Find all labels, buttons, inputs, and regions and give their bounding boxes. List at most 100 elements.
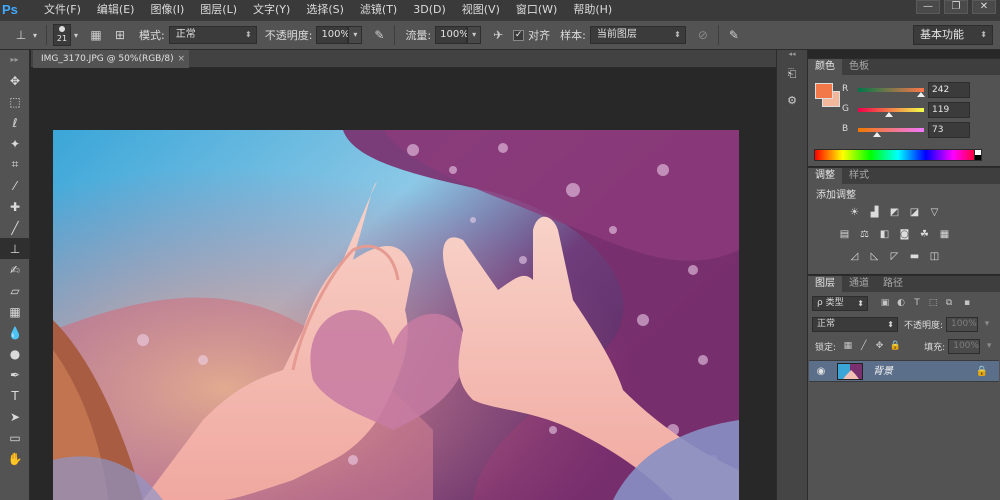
gradient-map-icon[interactable]: ▬ — [908, 250, 921, 263]
blue-value-input[interactable]: 73 — [928, 122, 970, 138]
tab-styles[interactable]: 样式 — [842, 168, 876, 184]
red-slider-track[interactable] — [858, 88, 924, 92]
brush-size-picker[interactable]: 21 — [53, 24, 71, 46]
crop-tool[interactable]: ⌗ — [0, 154, 30, 175]
red-slider-knob[interactable] — [916, 92, 925, 97]
filter-pixel-icon[interactable]: ▣ — [878, 296, 892, 310]
restore-button[interactable]: ❐ — [944, 0, 968, 14]
brush-tool[interactable]: ╱ — [0, 217, 30, 238]
ignore-adjustment-layers-icon[interactable]: ⊘ — [694, 26, 712, 44]
lasso-tool[interactable]: ℓ — [0, 112, 30, 133]
close-button[interactable]: ✕ — [972, 0, 996, 14]
curves-icon[interactable]: ◩ — [888, 206, 901, 219]
shape-tool[interactable]: ▭ — [0, 427, 30, 448]
menu-3d[interactable]: 3D(D) — [405, 0, 454, 20]
hue-saturation-icon[interactable]: ▤ — [838, 228, 851, 241]
dock-grip-icon[interactable]: ◂◂ — [777, 50, 807, 58]
history-panel-icon[interactable]: ⎗ — [781, 64, 803, 84]
foreground-color-swatch[interactable] — [815, 83, 833, 99]
layer-filter-select[interactable]: ρ 类型 ⬍ — [812, 295, 868, 311]
lock-all-icon[interactable]: 🔒 — [888, 339, 902, 353]
vibrance-icon[interactable]: ▽ — [928, 206, 941, 219]
filter-adjustment-icon[interactable]: ◐ — [894, 296, 908, 310]
mode-select[interactable]: 正常 ⬍ — [168, 26, 257, 44]
clone-stamp-tool[interactable]: ⊥ — [0, 238, 30, 259]
menu-view[interactable]: 视图(V) — [454, 0, 508, 20]
black-white-swatch[interactable] — [974, 149, 982, 161]
blue-slider-track[interactable] — [858, 128, 924, 132]
levels-icon[interactable]: ▟ — [868, 206, 881, 219]
layer-opacity-input[interactable]: 100% — [946, 316, 979, 332]
menu-file[interactable]: 文件(F) — [36, 0, 89, 20]
airbrush-icon[interactable]: ✈ — [489, 26, 507, 44]
close-tab-icon[interactable]: × — [177, 50, 185, 68]
opacity-input[interactable]: 100% — [316, 26, 350, 44]
magic-wand-tool[interactable]: ✦ — [0, 133, 30, 154]
menu-image[interactable]: 图像(I) — [142, 0, 192, 20]
color-spectrum-bar[interactable] — [814, 149, 982, 161]
workspace-select[interactable]: 基本功能 ⬍ — [913, 25, 993, 45]
invert-icon[interactable]: ◿ — [848, 250, 861, 263]
opacity-dropdown-icon[interactable]: ▾ — [980, 317, 994, 331]
filter-shape-icon[interactable]: ⬚ — [926, 296, 940, 310]
document-tab[interactable]: IMG_3170.JPG @ 50%(RGB/8) × — [33, 50, 189, 68]
layer-thumbnail[interactable] — [837, 363, 863, 380]
selective-color-icon[interactable]: ◫ — [928, 250, 941, 263]
clone-stamp-preset-icon[interactable]: ⊥ — [12, 26, 30, 44]
toggle-brush-panel-icon[interactable]: ▦ — [87, 26, 105, 44]
lock-transparent-icon[interactable]: ▦ — [841, 339, 855, 353]
layer-row-background[interactable]: ◉ 背景 🔒 — [809, 360, 999, 382]
blur-tool[interactable]: 💧 — [0, 322, 30, 343]
canvas-area[interactable] — [31, 68, 776, 500]
green-value-input[interactable]: 119 — [928, 102, 970, 118]
menu-type[interactable]: 文字(Y) — [245, 0, 298, 20]
menu-layer[interactable]: 图层(L) — [192, 0, 245, 20]
eraser-tool[interactable]: ▱ — [0, 280, 30, 301]
tab-swatches[interactable]: 色板 — [842, 59, 876, 75]
green-slider-knob[interactable] — [884, 112, 893, 117]
pressure-size-icon[interactable]: ✎ — [725, 26, 743, 44]
toggle-clone-source-icon[interactable]: ⊞ — [111, 26, 129, 44]
black-white-icon[interactable]: ◧ — [878, 228, 891, 241]
type-tool[interactable]: T — [0, 385, 30, 406]
tab-color[interactable]: 颜色 — [808, 59, 842, 75]
fill-input[interactable]: 100% — [948, 338, 981, 354]
red-value-input[interactable]: 242 — [928, 82, 970, 98]
eye-icon[interactable]: ◉ — [813, 364, 829, 380]
opacity-dropdown-icon[interactable]: ▾ — [348, 26, 363, 44]
brightness-contrast-icon[interactable]: ☀ — [848, 206, 861, 219]
pressure-opacity-icon[interactable]: ✎ — [370, 26, 388, 44]
path-selection-tool[interactable]: ➤ — [0, 406, 30, 427]
document-image[interactable] — [53, 130, 739, 500]
exposure-icon[interactable]: ◪ — [908, 206, 921, 219]
menu-window[interactable]: 窗口(W) — [508, 0, 565, 20]
spot-healing-tool[interactable]: ✚ — [0, 196, 30, 217]
align-checkbox[interactable]: ✓ — [513, 29, 525, 41]
blend-mode-select[interactable]: 正常 ⬍ — [812, 316, 898, 332]
toolbar-grip-icon[interactable]: ▸▸ — [0, 50, 29, 70]
flow-dropdown-icon[interactable]: ▾ — [467, 26, 482, 44]
menu-help[interactable]: 帮助(H) — [565, 0, 620, 20]
fill-dropdown-icon[interactable]: ▾ — [982, 339, 996, 353]
menu-select[interactable]: 选择(S) — [298, 0, 352, 20]
threshold-icon[interactable]: ◸ — [888, 250, 901, 263]
blue-slider-knob[interactable] — [872, 132, 881, 137]
brush-chevron-icon[interactable]: ▾ — [71, 26, 81, 44]
flow-input[interactable]: 100% — [435, 26, 469, 44]
tab-paths[interactable]: 路径 — [876, 276, 910, 292]
menu-edit[interactable]: 编辑(E) — [89, 0, 143, 20]
filter-type-icon[interactable]: T — [910, 296, 924, 310]
hand-tool[interactable]: ✋ — [0, 448, 30, 469]
lock-position-icon[interactable]: ✥ — [873, 339, 887, 353]
tab-adjustments[interactable]: 调整 — [808, 168, 842, 184]
preset-chevron-icon[interactable]: ▾ — [30, 26, 40, 44]
move-tool[interactable]: ✥ — [0, 70, 30, 91]
posterize-icon[interactable]: ◺ — [868, 250, 881, 263]
dodge-tool[interactable]: ● — [0, 343, 30, 364]
color-balance-icon[interactable]: ⚖ — [858, 228, 871, 241]
properties-panel-icon[interactable]: ⚙ — [781, 90, 803, 110]
channel-mixer-icon[interactable]: ☘ — [918, 228, 931, 241]
layer-name[interactable]: 背景 — [873, 361, 893, 383]
eyedropper-tool[interactable]: ⁄ — [0, 175, 30, 196]
marquee-tool[interactable]: ⬚ — [0, 91, 30, 112]
